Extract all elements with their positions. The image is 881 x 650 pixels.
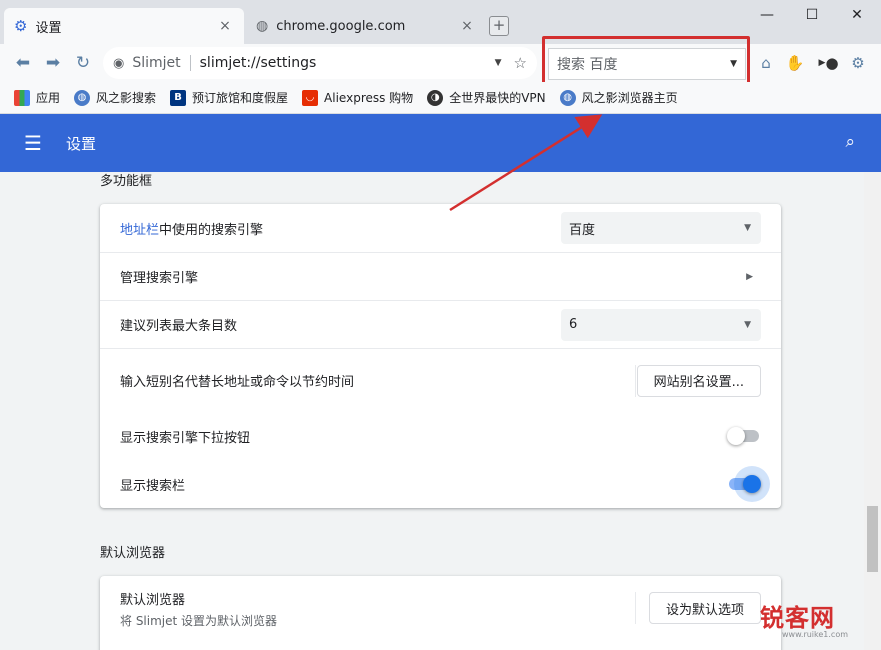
- home-icon[interactable]: ⌂: [756, 53, 776, 73]
- divider: [189, 55, 191, 71]
- bookmark-apps[interactable]: 应用: [14, 89, 60, 106]
- bookmark-label: 预订旅馆和度假屋: [192, 91, 289, 105]
- close-window-button[interactable]: ✕: [835, 0, 879, 30]
- globe-icon: ◍: [256, 18, 269, 34]
- row-site-alias: 输入短别名代替长地址或命令以节约时间 网站别名设置...: [100, 348, 781, 412]
- toggle-knob: [727, 427, 745, 445]
- row-label: 显示搜索引擎下拉按钮: [120, 430, 251, 446]
- search-engine-select[interactable]: 百度 ▼: [561, 212, 761, 244]
- set-default-button[interactable]: 设为默认选项: [648, 592, 761, 624]
- scrollbar[interactable]: [864, 172, 881, 650]
- globe-icon: ◍: [559, 89, 576, 106]
- menu-gear-icon[interactable]: ⚙: [848, 53, 868, 73]
- watermark-url: www.ruike1.com: [782, 630, 849, 639]
- bookmark-fzy-search[interactable]: ◍ 风之影搜索: [74, 89, 156, 106]
- row-label: 中使用的搜索引擎: [159, 222, 264, 238]
- bookmark-label: Aliexpress 购物: [324, 91, 414, 105]
- site-info-icon[interactable]: ◉: [113, 56, 124, 71]
- maximize-button[interactable]: ☐: [790, 0, 834, 30]
- row-label: 管理搜索引擎: [120, 271, 199, 286]
- star-icon[interactable]: ☆: [514, 54, 527, 72]
- booking-icon: B: [170, 89, 187, 106]
- aliexpress-icon: ◡: [302, 89, 319, 106]
- adblock-hand-icon[interactable]: ✋: [785, 53, 805, 73]
- address-bar-link[interactable]: 地址栏: [120, 219, 159, 238]
- reload-icon[interactable]: ↻: [72, 52, 94, 74]
- site-alias-settings-button[interactable]: 网站别名设置...: [636, 364, 761, 397]
- bookmark-vpn[interactable]: ◑ 全世界最快的VPN: [427, 89, 546, 106]
- bookmark-label: 全世界最快的VPN: [449, 91, 546, 105]
- url-text[interactable]: slimjet://settings: [200, 55, 495, 71]
- omnibox-settings-card: 地址栏 中使用的搜索引擎 百度 ▼ 管理搜索引擎 ▶ 建议列表最大条目数 6 ▼ …: [100, 204, 781, 508]
- globe-icon: ◍: [74, 89, 91, 106]
- tab-chrome-google[interactable]: ◍ chrome.google.com ×: [246, 8, 486, 44]
- row-manage-search-engines[interactable]: 管理搜索引擎 ▶: [100, 252, 781, 300]
- new-tab-button[interactable]: +: [489, 16, 509, 36]
- row-label: 显示搜索栏: [120, 478, 186, 494]
- row-show-engine-dropdown: 显示搜索引擎下拉按钮: [100, 412, 781, 460]
- bookmark-label: 风之影搜索: [96, 91, 157, 105]
- account-icon[interactable]: ●: [822, 53, 842, 73]
- bookmark-label: 应用: [36, 91, 61, 105]
- row-default-browser: 默认浏览器 将 Slimjet 设置为默认浏览器 设为默认选项: [100, 576, 781, 640]
- engine-dropdown-toggle[interactable]: [727, 427, 759, 445]
- select-value: 6: [569, 317, 578, 332]
- row-suggestion-count: 建议列表最大条目数 6 ▼: [100, 300, 781, 348]
- row-show-searchbar: 显示搜索栏: [100, 460, 781, 508]
- tab-title: 设置: [35, 20, 62, 36]
- divider: [635, 365, 636, 397]
- bookmark-aliexpress[interactable]: ◡ Aliexpress 购物: [302, 89, 413, 106]
- bookmark-fzy-home[interactable]: ◍ 风之影浏览器主页: [559, 89, 678, 106]
- bookmark-label: 风之影浏览器主页: [581, 91, 678, 105]
- settings-content: 多功能框 地址栏 中使用的搜索引擎 百度 ▼ 管理搜索引擎 ▶ 建议列表最大条目数…: [0, 172, 881, 650]
- minimize-button[interactable]: —: [745, 0, 789, 30]
- section-title-omnibox: 多功能框: [100, 174, 153, 189]
- chevron-right-icon: ▶: [746, 271, 753, 282]
- bookmarks-bar: 应用 ◍ 风之影搜索 B 预订旅馆和度假屋 ◡ Aliexpress 购物 ◑ …: [0, 82, 881, 114]
- bookmark-booking[interactable]: B 预订旅馆和度假屋: [170, 89, 288, 106]
- toggle-knob: [743, 475, 761, 493]
- search-icon[interactable]: ⌕: [845, 132, 855, 152]
- vpn-icon: ◑: [427, 89, 444, 106]
- close-icon[interactable]: ×: [216, 18, 234, 34]
- chevron-down-icon: ▼: [744, 223, 751, 233]
- settings-header: ☰ 设置 ⌕: [0, 114, 881, 172]
- address-bar[interactable]: ◉ Slimjet slimjet://settings ▼ ☆: [103, 47, 537, 79]
- tab-settings[interactable]: ⚙ 设置 ×: [4, 8, 244, 44]
- scrollbar-thumb[interactable]: [867, 506, 878, 572]
- section-title-default-browser: 默认浏览器: [100, 546, 166, 561]
- forward-arrow-icon[interactable]: ➡: [42, 52, 64, 74]
- hamburger-menu-icon[interactable]: ☰: [24, 131, 46, 155]
- chevron-down-icon: ▼: [744, 319, 751, 330]
- row-search-engine: 地址栏 中使用的搜索引擎 百度 ▼: [100, 204, 781, 252]
- back-arrow-icon[interactable]: ⬅: [12, 52, 34, 74]
- tab-title: chrome.google.com: [276, 18, 406, 34]
- watermark-logo: 锐客网: [760, 604, 835, 632]
- suggestion-count-select[interactable]: 6 ▼: [561, 308, 761, 341]
- searchbar-toggle[interactable]: [729, 466, 770, 502]
- row-label: 建议列表最大条目数: [120, 319, 238, 334]
- close-icon[interactable]: ×: [458, 18, 476, 34]
- site-name: Slimjet: [132, 55, 181, 71]
- highlight-annotation-box: [542, 36, 750, 86]
- page-title: 设置: [66, 134, 97, 153]
- apps-icon: [14, 89, 30, 106]
- select-value: 百度: [569, 222, 596, 238]
- default-browser-card: 默认浏览器 将 Slimjet 设置为默认浏览器 设为默认选项: [100, 576, 781, 650]
- chevron-down-icon[interactable]: ▼: [495, 58, 502, 68]
- browser-window: ⚙ 设置 × ◍ chrome.google.com × + — ☐ ✕ ⬅ ➡…: [0, 0, 881, 650]
- gear-icon: ⚙: [14, 17, 28, 35]
- row-label: 输入短别名代替长地址或命令以节约时间: [120, 375, 355, 390]
- divider: [635, 592, 636, 624]
